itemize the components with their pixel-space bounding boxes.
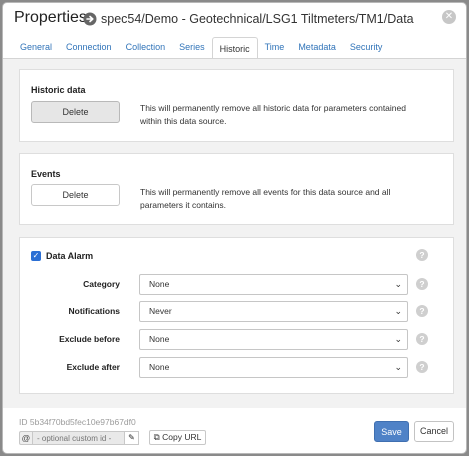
category-value: None [149,279,170,289]
dialog-title: Properties [14,9,87,26]
source-id: ID 5b34f70bd5fec10e97b67df0 [19,417,136,427]
chevron-down-icon: ⌄ [394,306,402,316]
category-help-icon[interactable]: ? [416,278,428,290]
copy-icon: ⧉ [153,432,160,442]
properties-dialog: Properties spec54/Demo - Geotechnical/LS… [2,2,467,454]
exclude-before-select[interactable]: None ⌄ [139,329,408,350]
chevron-down-icon: ⌄ [394,279,402,289]
events-title: Events [31,169,61,179]
category-label: Category [83,279,120,289]
arrow-right-icon [83,12,97,26]
edit-icon[interactable]: ✎ [125,431,139,445]
tab-connection[interactable]: Connection [59,36,119,58]
tab-content: Historic data Delete This will permanent… [3,59,466,408]
exclude-after-select[interactable]: None ⌄ [139,357,408,378]
cancel-button[interactable]: Cancel [414,421,454,442]
notifications-label: Notifications [68,306,120,316]
data-alarm-label: Data Alarm [46,251,94,261]
data-alarm-help-icon[interactable]: ? [416,249,428,261]
breadcrumb-path: spec54/Demo - Geotechnical/LSG1 Tiltmete… [101,12,414,26]
dialog-header: Properties spec54/Demo - Geotechnical/LS… [3,3,466,37]
exclude-before-label: Exclude before [59,334,120,344]
copy-url-label: Copy URL [162,432,202,442]
tab-bar: General Connection Collection Series His… [13,36,390,59]
events-panel: Events Delete This will permanently remo… [19,153,454,225]
tab-historic[interactable]: Historic [211,37,258,59]
tab-security[interactable]: Security [343,36,390,58]
delete-historic-button[interactable]: Delete [31,101,120,123]
delete-events-button[interactable]: Delete [31,184,120,206]
close-icon[interactable]: ✕ [442,10,456,24]
data-alarm-panel: ✓ Data Alarm ? Category None ⌄ ? Notific… [19,237,454,394]
tab-series[interactable]: Series [172,36,212,58]
notifications-help-icon[interactable]: ? [416,305,428,317]
tab-general[interactable]: General [13,36,59,58]
tab-collection[interactable]: Collection [119,36,173,58]
tab-time[interactable]: Time [258,36,292,58]
historic-data-panel: Historic data Delete This will permanent… [19,69,454,142]
exclude-before-value: None [149,334,170,344]
tab-metadata[interactable]: Metadata [291,36,343,58]
notifications-select[interactable]: Never ⌄ [139,301,408,322]
data-alarm-checkbox[interactable]: ✓ [31,251,41,261]
at-symbol: @ [19,431,32,445]
historic-data-description: This will permanently remove all histori… [140,103,406,126]
chevron-down-icon: ⌄ [394,334,402,344]
save-button[interactable]: Save [374,421,409,442]
historic-data-title: Historic data [31,85,86,95]
exclude-after-value: None [149,362,170,372]
exclude-before-help-icon[interactable]: ? [416,333,428,345]
breadcrumb: spec54/Demo - Geotechnical/LSG1 Tiltmete… [83,9,414,29]
chevron-down-icon: ⌄ [394,362,402,372]
category-select[interactable]: None ⌄ [139,274,408,295]
custom-id-input[interactable] [32,431,125,445]
copy-url-button[interactable]: ⧉ Copy URL [149,430,206,445]
exclude-after-label: Exclude after [66,362,120,372]
events-description: This will permanently remove all events … [140,187,391,210]
exclude-after-help-icon[interactable]: ? [416,361,428,373]
notifications-value: Never [149,306,172,316]
